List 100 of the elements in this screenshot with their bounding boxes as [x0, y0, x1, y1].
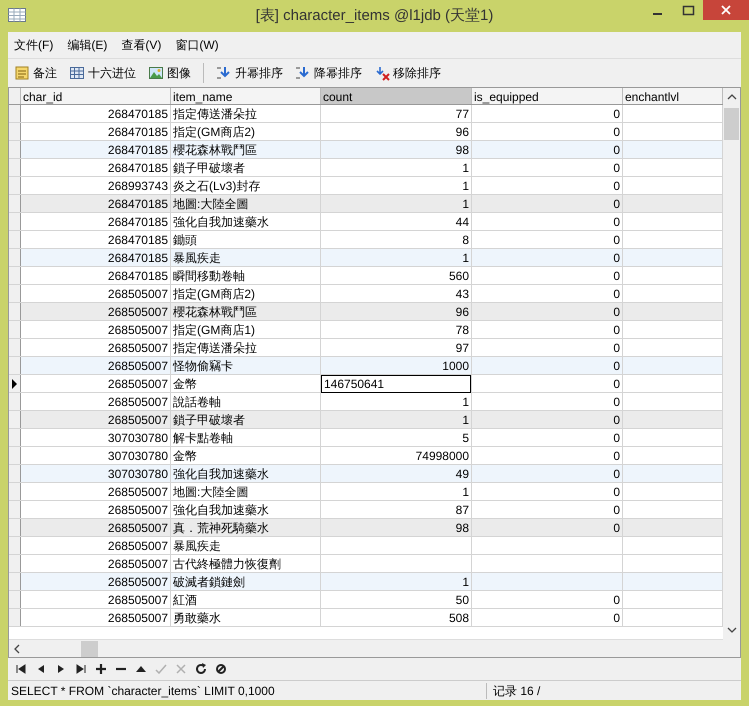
table-row[interactable]: 268505007 地圖:大陸全圖 1 0: [9, 483, 723, 501]
table-cell-text: 0: [612, 196, 621, 212]
row-header[interactable]: [9, 375, 21, 392]
table-cell-text: 鎖子甲破壞者: [172, 160, 246, 176]
table-row[interactable]: 268505007 古代終極體力恢復劑: [9, 555, 723, 573]
toolbar-button[interactable]: 升幂排序: [214, 62, 285, 84]
table-row[interactable]: 307030780 解卡點卷軸 5 0: [9, 429, 723, 447]
table-row[interactable]: 268505007 勇敢藥水 508 0: [9, 609, 723, 627]
table-cell-text: 1: [461, 394, 470, 410]
table-row[interactable]: 268470185 指定傳送潘朵拉 77 0: [9, 105, 723, 123]
table-row[interactable]: 268505007 指定(GM商店1) 78 0: [9, 321, 723, 339]
table-cell-text: 櫻花森林戰鬥區: [172, 304, 258, 320]
table-cell-text: 0: [612, 394, 621, 410]
column-header[interactable]: is_equipped: [472, 88, 623, 104]
table-row[interactable]: 268470185 瞬間移動卷軸 560 0: [9, 267, 723, 285]
table-cell-text: 508: [448, 610, 470, 626]
table-cell-text: 49: [454, 466, 470, 482]
table-row[interactable]: 268470185 鋤頭 8 0: [9, 231, 723, 249]
table-row[interactable]: 268505007 怪物偷竊卡 1000 0: [9, 357, 723, 375]
column-header[interactable]: char_id: [21, 88, 171, 104]
table-row[interactable]: 268505007 紅酒 50 0: [9, 591, 723, 609]
table-cell-text: 地圖:大陸全圖: [172, 484, 250, 500]
last-record-icon[interactable]: [74, 662, 88, 676]
table-cell-text: 268993743: [106, 178, 169, 194]
table-cell-text: 268470185: [106, 250, 169, 266]
stop-icon[interactable]: [214, 662, 228, 676]
table-row[interactable]: 268505007 鎖子甲破壞者 1 0: [9, 411, 723, 429]
table-row[interactable]: 268505007 金幣 146750641 0: [9, 375, 723, 393]
table-cell-text: 268505007: [106, 610, 169, 626]
menu-item[interactable]: 窗口(W): [173, 36, 221, 54]
table-cell-text: 268505007: [106, 484, 169, 500]
table-row[interactable]: 268505007 指定傳送潘朵拉 97 0: [9, 339, 723, 357]
table-row[interactable]: 268470185 強化自我加速藥水 44 0: [9, 213, 723, 231]
table-row[interactable]: 268505007 暴風疾走: [9, 537, 723, 555]
cell-editor[interactable]: 146750641: [321, 374, 471, 392]
column-header[interactable]: item_name: [171, 88, 321, 104]
table-row[interactable]: 268470185 暴風疾走 1 0: [9, 249, 723, 267]
memo-icon: [14, 64, 30, 80]
toolbar-button[interactable]: 图像: [146, 62, 193, 84]
menu-item[interactable]: 编辑(E): [65, 36, 110, 54]
close-button[interactable]: [703, 0, 749, 20]
table-cell-text: 鎖子甲破壞者: [172, 412, 246, 428]
horizontal-scrollbar-thumb[interactable]: [81, 640, 98, 656]
refresh-icon[interactable]: [194, 662, 208, 676]
menu-item[interactable]: 查看(V): [119, 36, 164, 54]
table-cell-text: 0: [612, 268, 621, 284]
plus-icon[interactable]: [94, 662, 108, 676]
table-cell-text: 0: [612, 142, 621, 158]
sort-descending-icon: [295, 64, 311, 80]
toolbar-button[interactable]: 备注: [12, 62, 59, 84]
column-header[interactable]: count: [321, 88, 472, 104]
table-row[interactable]: 268505007 強化自我加速藥水 87 0: [9, 501, 723, 519]
table-row[interactable]: 268470185 指定(GM商店2) 96 0: [9, 123, 723, 141]
toolbar-button[interactable]: 降幂排序: [293, 62, 364, 84]
table-row[interactable]: 268505007 破滅者鎖鏈劍 1: [9, 573, 723, 591]
table-row[interactable]: 268470185 櫻花森林戰鬥區 98 0: [9, 141, 723, 159]
table-cell-text: 268505007: [106, 322, 169, 338]
table-row[interactable]: 268505007 說話卷軸 1 0: [9, 393, 723, 411]
table-cell-text: 0: [612, 376, 621, 392]
first-record-icon[interactable]: [14, 662, 28, 676]
table-row[interactable]: 268505007 指定(GM商店2) 43 0: [9, 285, 723, 303]
table-cell-text: 0: [612, 502, 621, 518]
table-row[interactable]: 268505007 真．荒神死騎藥水 98 0: [9, 519, 723, 537]
table-cell-text: 87: [454, 502, 470, 518]
table-row[interactable]: 268505007 櫻花森林戰鬥區 96 0: [9, 303, 723, 321]
table-cell-text: 說話卷軸: [172, 394, 222, 410]
table-cell-text: 8: [461, 232, 470, 248]
table-row[interactable]: 268470185 地圖:大陸全圖 1 0: [9, 195, 723, 213]
column-header[interactable]: enchantlvl: [623, 88, 723, 104]
toolbar-button[interactable]: 十六进位: [67, 62, 138, 84]
table-cell-text: 77: [454, 106, 470, 122]
table-cell-text: 炎之石(Lv3)封存: [172, 178, 262, 194]
table-cell-text: 307030780: [106, 466, 169, 482]
toolbar-button[interactable]: 移除排序: [372, 62, 443, 84]
window-title: [表] character_items @l1jdb (天堂1): [256, 6, 494, 26]
table-row[interactable]: 307030780 金幣 74998000 0: [9, 447, 723, 465]
vertical-scrollbar-thumb[interactable]: [724, 108, 739, 140]
table-cell-text: 268505007: [106, 376, 169, 392]
image-icon: [148, 64, 164, 80]
table-cell-text: 268505007: [106, 286, 169, 302]
table-cell-text: 地圖:大陸全圖: [172, 196, 250, 212]
remove-sort-icon: [374, 64, 390, 80]
table-cell-text: 268470185: [106, 196, 169, 212]
table-cell-text: 268505007: [106, 592, 169, 608]
table-cell-text: 268470185: [106, 124, 169, 140]
table-cell-text: 暴風疾走: [172, 538, 222, 554]
table-cell-text: 0: [612, 160, 621, 176]
table-cell-text: 破滅者鎖鏈劍: [172, 574, 246, 590]
table-cell-text: 1: [461, 250, 470, 266]
menu-item[interactable]: 文件(F): [12, 36, 56, 54]
table-row[interactable]: 307030780 強化自我加速藥水 49 0: [9, 465, 723, 483]
table-cell-text: 268505007: [106, 412, 169, 428]
table-row[interactable]: 268470185 鎖子甲破壞者 1 0: [9, 159, 723, 177]
table-cell-text: 櫻花森林戰鬥區: [172, 142, 258, 158]
table-cell-text: 0: [612, 466, 621, 482]
table-cell-text: 0: [612, 484, 621, 500]
table-cell-text: 1: [461, 484, 470, 500]
table-cell-text: 指定(GM商店2): [172, 124, 256, 140]
table-cell-text: 強化自我加速藥水: [172, 502, 270, 518]
table-row[interactable]: 268993743 炎之石(Lv3)封存 1 0: [9, 177, 723, 195]
